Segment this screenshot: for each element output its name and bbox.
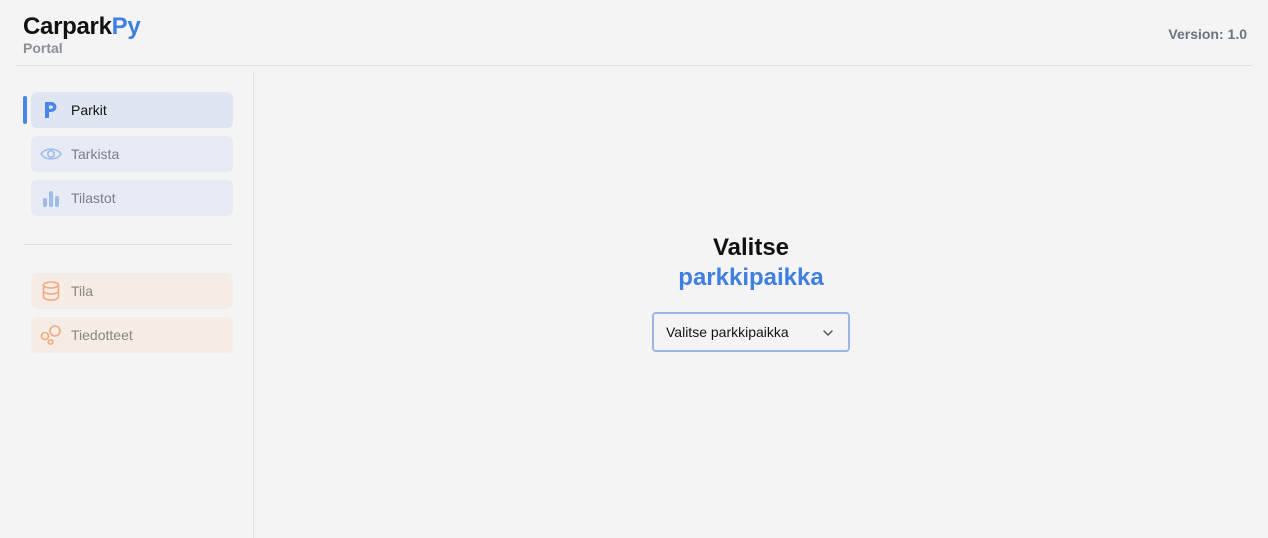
app-title-main: Carpark bbox=[23, 13, 112, 40]
sidebar-item-tiedotteet[interactable]: Tiedotteet bbox=[31, 317, 233, 353]
version-label: Version: 1.0 bbox=[1168, 26, 1247, 42]
header: CarparkPy Portal Version: 1.0 bbox=[16, 0, 1252, 66]
page-title: Valitse parkkipaikka bbox=[600, 233, 902, 293]
parking-select-value: Valitse parkkipaikka bbox=[666, 324, 789, 340]
active-indicator bbox=[23, 96, 27, 124]
page-title-line1: Valitse bbox=[712, 234, 790, 261]
eye-icon bbox=[31, 147, 71, 161]
sidebar-item-label: Parkit bbox=[71, 102, 107, 118]
sidebar-item-tilastot[interactable]: Tilastot bbox=[31, 180, 233, 216]
sidebar-item-label: Tilastot bbox=[71, 190, 116, 206]
database-icon bbox=[31, 281, 71, 301]
sidebar-item-label: Tila bbox=[71, 283, 94, 299]
bar-chart-icon bbox=[31, 189, 71, 207]
parking-select[interactable]: Valitse parkkipaikka bbox=[652, 312, 850, 352]
chevron-down-icon bbox=[822, 326, 834, 342]
sidebar-item-label: Tarkista bbox=[71, 146, 120, 162]
app-title: CarparkPy bbox=[23, 13, 141, 41]
parking-icon bbox=[31, 101, 71, 119]
sidebar-item-label: Tiedotteet bbox=[71, 327, 133, 343]
sidebar-item-parkit[interactable]: Parkit bbox=[31, 92, 233, 128]
sidebar-item-tila[interactable]: Tila bbox=[31, 273, 233, 309]
bubbles-icon bbox=[31, 325, 71, 345]
brand-logo: CarparkPy Portal bbox=[23, 13, 141, 56]
page-title-line2: parkkipaikka bbox=[678, 264, 824, 291]
app-subtitle: Portal bbox=[23, 40, 63, 56]
sidebar-item-tarkista[interactable]: Tarkista bbox=[31, 136, 233, 172]
sidebar-divider bbox=[24, 244, 232, 245]
app-title-accent: Py bbox=[111, 13, 141, 40]
